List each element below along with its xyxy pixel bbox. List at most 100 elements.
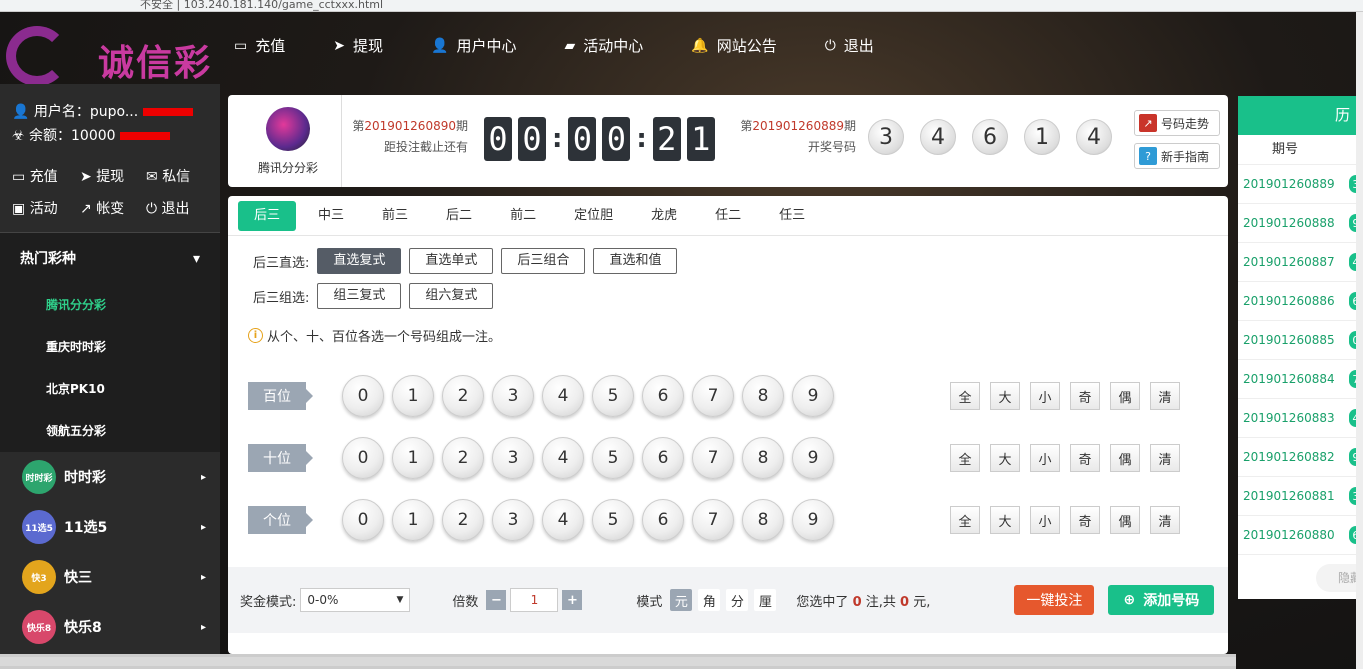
number-ball[interactable]: 9 — [792, 499, 834, 541]
multiple-input[interactable]: 1 — [510, 588, 559, 612]
mode-option[interactable]: 元 — [670, 589, 693, 611]
quick-select-button[interactable]: 全 — [950, 382, 980, 410]
play-tab[interactable]: 中三 — [302, 201, 360, 231]
method-button[interactable]: 直选和值 — [593, 248, 678, 274]
number-ball[interactable]: 1 — [392, 375, 434, 417]
quick-select-button[interactable]: 奇 — [1070, 444, 1100, 472]
number-ball[interactable]: 7 — [692, 437, 734, 479]
number-ball[interactable]: 4 — [542, 437, 584, 479]
method-button[interactable]: 直选复式 — [317, 248, 402, 274]
number-ball[interactable]: 8 — [742, 375, 784, 417]
number-ball[interactable]: 9 — [792, 437, 834, 479]
category-item[interactable]: 快乐8 快乐8 ▸ — [0, 602, 220, 652]
number-ball[interactable]: 8 — [742, 437, 784, 479]
number-ball[interactable]: 3 — [492, 437, 534, 479]
nav-item[interactable]: ⏻ 退出 — [825, 35, 874, 56]
category-item[interactable]: 11选5 11选5 ▸ — [0, 502, 220, 552]
category-item[interactable]: 快3 快三 ▸ — [0, 552, 220, 602]
number-ball[interactable]: 4 — [542, 499, 584, 541]
number-ball[interactable]: 7 — [692, 375, 734, 417]
number-ball[interactable]: 3 — [492, 499, 534, 541]
nav-item[interactable]: ➤ 提现 — [333, 35, 383, 56]
quick-select-button[interactable]: 偶 — [1110, 506, 1140, 534]
number-ball[interactable]: 8 — [742, 499, 784, 541]
quick-select-button[interactable]: 大 — [990, 382, 1020, 410]
play-tab[interactable]: 任二 — [699, 201, 757, 231]
hot-lottery-item[interactable]: 腾讯分分彩 — [0, 284, 220, 326]
quick-select-button[interactable]: 全 — [950, 506, 980, 534]
user-link[interactable]: ➤ 提现 — [80, 166, 146, 186]
user-link[interactable]: ✉ 私信 — [146, 166, 216, 186]
method-button[interactable]: 组六复式 — [409, 283, 494, 309]
quick-select-button[interactable]: 奇 — [1070, 506, 1100, 534]
play-tab[interactable]: 后三 — [238, 200, 297, 231]
play-tab[interactable]: 前二 — [494, 201, 552, 231]
hot-lottery-header[interactable]: 热门彩种 ▾ — [0, 232, 220, 284]
number-ball[interactable]: 1 — [392, 437, 434, 479]
quick-select-button[interactable]: 奇 — [1070, 382, 1100, 410]
play-tab[interactable]: 定位胆 — [558, 201, 629, 231]
number-ball[interactable]: 0 — [342, 499, 384, 541]
scrollbar-thumb[interactable] — [0, 657, 1236, 666]
number-ball[interactable]: 1 — [392, 499, 434, 541]
quick-select-button[interactable]: 小 — [1030, 506, 1060, 534]
quick-select-button[interactable]: 清 — [1150, 506, 1180, 534]
play-tab[interactable]: 任三 — [763, 201, 821, 231]
vertical-scrollbar[interactable] — [1356, 12, 1363, 669]
number-ball[interactable]: 5 — [592, 437, 634, 479]
number-ball[interactable]: 5 — [592, 499, 634, 541]
site-logo[interactable]: 诚信彩 — [6, 26, 220, 86]
number-ball[interactable]: 6 — [642, 375, 684, 417]
number-ball[interactable]: 2 — [442, 437, 484, 479]
trend-button[interactable]: ↗ 号码走势 — [1134, 110, 1220, 136]
number-ball[interactable]: 0 — [342, 375, 384, 417]
nav-item[interactable]: ▭ 充值 — [234, 35, 285, 56]
user-link[interactable]: ▭ 充值 — [12, 166, 80, 186]
quick-select-button[interactable]: 清 — [1150, 444, 1180, 472]
address-bar[interactable]: 不安全 | 103.240.181.140/game_cctxxx.html — [140, 0, 383, 11]
user-link[interactable]: ⏻ 退出 — [146, 198, 216, 218]
number-ball[interactable]: 2 — [442, 375, 484, 417]
quick-select-button[interactable]: 全 — [950, 444, 980, 472]
play-tab[interactable]: 龙虎 — [635, 201, 693, 231]
method-button[interactable]: 直选单式 — [409, 248, 494, 274]
nav-item[interactable]: ▰ 活动中心 — [564, 35, 643, 56]
user-link[interactable]: ▣ 活动 — [12, 198, 80, 218]
hot-lottery-item[interactable]: 北京PK10 — [0, 368, 220, 410]
quick-select-button[interactable]: 小 — [1030, 382, 1060, 410]
mode-option[interactable]: 分 — [726, 589, 749, 611]
nav-item[interactable]: 🔔 网站公告 — [691, 35, 776, 56]
horizontal-scrollbar[interactable] — [0, 654, 1236, 669]
number-ball[interactable]: 2 — [442, 499, 484, 541]
quick-select-button[interactable]: 偶 — [1110, 444, 1140, 472]
quick-bet-button[interactable]: 一键投注 — [1014, 585, 1095, 615]
quick-select-button[interactable]: 清 — [1150, 382, 1180, 410]
hot-lottery-item[interactable]: 领航五分彩 — [0, 410, 220, 452]
number-ball[interactable]: 6 — [642, 437, 684, 479]
user-link[interactable]: ↗ 帐变 — [80, 198, 146, 218]
play-tab[interactable]: 前三 — [366, 201, 424, 231]
nav-item[interactable]: 👤 用户中心 — [431, 35, 516, 56]
hot-lottery-item[interactable]: 重庆时时彩 — [0, 326, 220, 368]
number-ball[interactable]: 5 — [592, 375, 634, 417]
number-ball[interactable]: 0 — [342, 437, 384, 479]
quick-select-button[interactable]: 偶 — [1110, 382, 1140, 410]
number-ball[interactable]: 6 — [642, 499, 684, 541]
mode-option[interactable]: 角 — [698, 589, 721, 611]
method-button[interactable]: 组三复式 — [317, 283, 402, 309]
method-button[interactable]: 后三组合 — [501, 248, 586, 274]
quick-select-button[interactable]: 大 — [990, 444, 1020, 472]
category-item[interactable]: 时时彩 时时彩 ▸ — [0, 452, 220, 502]
quick-select-button[interactable]: 小 — [1030, 444, 1060, 472]
minus-button[interactable]: − — [486, 590, 507, 610]
quick-select-button[interactable]: 大 — [990, 506, 1020, 534]
number-ball[interactable]: 7 — [692, 499, 734, 541]
plus-button[interactable]: + — [562, 590, 583, 610]
add-numbers-button[interactable]: ⊕ 添加号码 — [1108, 585, 1215, 615]
number-ball[interactable]: 9 — [792, 375, 834, 417]
play-tab[interactable]: 后二 — [430, 201, 488, 231]
guide-button[interactable]: ? 新手指南 — [1134, 143, 1220, 169]
prize-mode-select[interactable]: 0-0% ▼ — [300, 588, 411, 612]
number-ball[interactable]: 3 — [492, 375, 534, 417]
number-ball[interactable]: 4 — [542, 375, 584, 417]
